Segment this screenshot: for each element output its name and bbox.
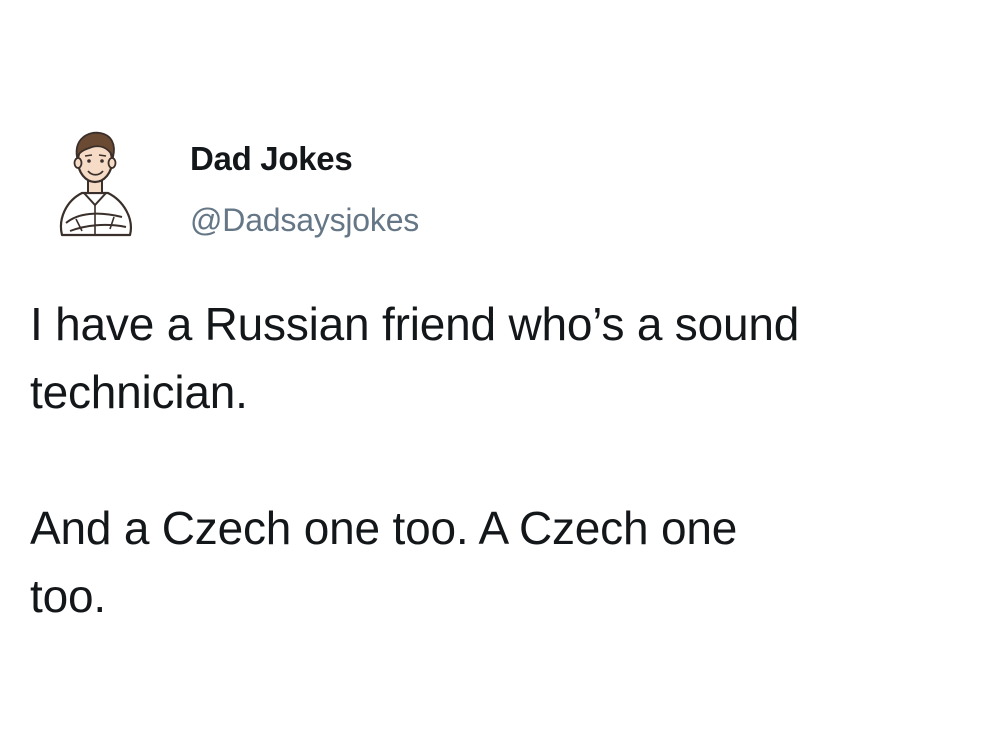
author-handle[interactable]: @Dadsaysjokes — [190, 200, 419, 240]
author-display-name[interactable]: Dad Jokes — [190, 139, 419, 179]
author-names: Dad Jokes @Dadsaysjokes — [190, 139, 419, 240]
tweet-paragraph-1: I have a Russian friend who’s a sound te… — [30, 298, 800, 418]
tweet-paragraph-2: And a Czech one too. A Czech one too. — [30, 502, 738, 622]
tweet-header: Dad Jokes @Dadsaysjokes — [52, 127, 652, 242]
cartoon-dad-avatar-icon[interactable] — [52, 127, 138, 239]
tweet-card: Dad Jokes @Dadsaysjokes I have a Russian… — [0, 0, 1000, 750]
tweet-body: I have a Russian friend who’s a sound te… — [30, 290, 980, 630]
